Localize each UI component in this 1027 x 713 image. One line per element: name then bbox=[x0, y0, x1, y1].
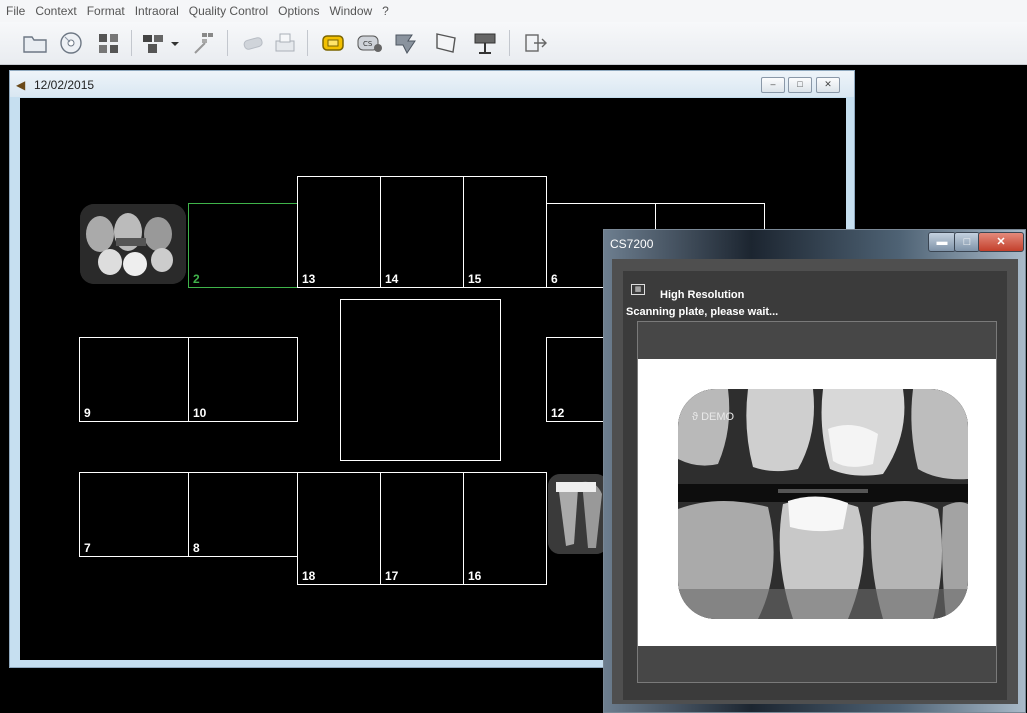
slot-label: 6 bbox=[551, 272, 558, 286]
center-slot[interactable] bbox=[340, 299, 501, 461]
tooth-slot-8[interactable]: 8 bbox=[188, 472, 298, 557]
resolution-label: High Resolution bbox=[660, 289, 745, 301]
menu-file[interactable]: File bbox=[0, 4, 30, 18]
menu-context[interactable]: Context bbox=[30, 4, 81, 18]
tooth-slot-2[interactable]: 2 bbox=[188, 203, 298, 288]
patient-list-icon[interactable] bbox=[190, 29, 220, 57]
menu-format[interactable]: Format bbox=[82, 4, 130, 18]
maximize-button[interactable]: □ bbox=[788, 77, 812, 93]
dialog-inner: ▦ High Resolution Scanning plate, please… bbox=[623, 271, 1007, 700]
demo-watermark: ϑ DEMO bbox=[692, 411, 734, 423]
xray-thumbnail-2[interactable] bbox=[548, 474, 608, 554]
slot-label: 2 bbox=[193, 272, 200, 286]
exam-date: 12/02/2015 bbox=[34, 78, 95, 92]
disc-icon[interactable] bbox=[56, 29, 86, 57]
cs-sensor-icon[interactable]: CS bbox=[355, 29, 385, 57]
tooth-slot-10[interactable]: 10 bbox=[188, 337, 298, 422]
menu-window[interactable]: Window bbox=[324, 4, 377, 18]
speaker-icon: ◀ bbox=[16, 78, 26, 92]
menu-intraoral[interactable]: Intraoral bbox=[130, 4, 184, 18]
toolbar: CS bbox=[0, 22, 1027, 65]
slot-label: 12 bbox=[551, 406, 565, 420]
resolution-icon: ▦ bbox=[631, 284, 645, 295]
dialog-close-button[interactable]: ✕ bbox=[978, 232, 1024, 252]
menu-bar: File Context Format Intraoral Quality Co… bbox=[0, 0, 1027, 23]
slot-label: 15 bbox=[468, 272, 482, 286]
tooth-slot-13[interactable]: 13 bbox=[297, 176, 381, 288]
slot-label: 7 bbox=[84, 541, 91, 555]
slot-label: 17 bbox=[385, 569, 399, 583]
slot-label: 10 bbox=[193, 406, 207, 420]
menu-quality-control[interactable]: Quality Control bbox=[184, 4, 273, 18]
dropdown-arrow-icon[interactable] bbox=[168, 29, 182, 57]
xray-image: ϑ DEMO bbox=[678, 389, 968, 619]
exit-icon[interactable] bbox=[520, 29, 550, 57]
grid-view-icon[interactable] bbox=[139, 29, 169, 57]
sensor-icon[interactable] bbox=[238, 29, 268, 57]
screen-icon[interactable] bbox=[431, 29, 461, 57]
slot-label: 14 bbox=[385, 272, 399, 286]
imaging-plate-icon[interactable] bbox=[318, 29, 348, 57]
slot-label: 18 bbox=[302, 569, 316, 583]
demo-logo-icon: ϑ bbox=[692, 411, 699, 423]
folder-icon[interactable] bbox=[20, 29, 50, 57]
preview-canvas: ϑ DEMO bbox=[638, 359, 996, 646]
dental-chart-icon[interactable] bbox=[94, 29, 124, 57]
dialog-maximize-button[interactable]: □ bbox=[954, 232, 980, 252]
slot-label: 13 bbox=[302, 272, 316, 286]
minimize-button[interactable]: – bbox=[761, 77, 785, 93]
tooth-slot-17[interactable]: 17 bbox=[380, 472, 464, 585]
projector-icon[interactable] bbox=[470, 29, 500, 57]
slot-label: 8 bbox=[193, 541, 200, 555]
tooth-slot-16[interactable]: 16 bbox=[463, 472, 547, 585]
tooth-slot-9[interactable]: 9 bbox=[79, 337, 189, 422]
tooth-slot-7[interactable]: 7 bbox=[79, 472, 189, 557]
menu-options[interactable]: Options bbox=[273, 4, 324, 18]
demo-watermark-text: DEMO bbox=[701, 411, 735, 423]
print-icon[interactable] bbox=[270, 29, 300, 57]
dialog-body: ▦ High Resolution Scanning plate, please… bbox=[612, 259, 1018, 704]
tooth-slot-15[interactable]: 15 bbox=[463, 176, 547, 288]
xray-thumbnail[interactable] bbox=[80, 204, 186, 284]
slot-label: 16 bbox=[468, 569, 482, 583]
close-button[interactable]: ✕ bbox=[816, 77, 840, 93]
scan-dialog: CS7200 ▬ □ ✕ ▦ High Resolution Scanning … bbox=[603, 229, 1026, 713]
dialog-title: CS7200 bbox=[610, 237, 654, 251]
tooth-slot-14[interactable]: 14 bbox=[380, 176, 464, 288]
menu-help[interactable]: ? bbox=[377, 4, 394, 18]
scan-preview: ϑ DEMO bbox=[637, 321, 997, 683]
camera-icon[interactable] bbox=[391, 29, 421, 57]
exam-window-titlebar[interactable]: ◀ 12/02/2015 – □ ✕ bbox=[10, 71, 854, 97]
tooth-slot-18[interactable]: 18 bbox=[297, 472, 381, 585]
slot-label: 9 bbox=[84, 406, 91, 420]
dialog-minimize-button[interactable]: ▬ bbox=[928, 232, 956, 252]
scan-status: Scanning plate, please wait... bbox=[626, 306, 779, 318]
svg-text:CS: CS bbox=[363, 40, 373, 48]
